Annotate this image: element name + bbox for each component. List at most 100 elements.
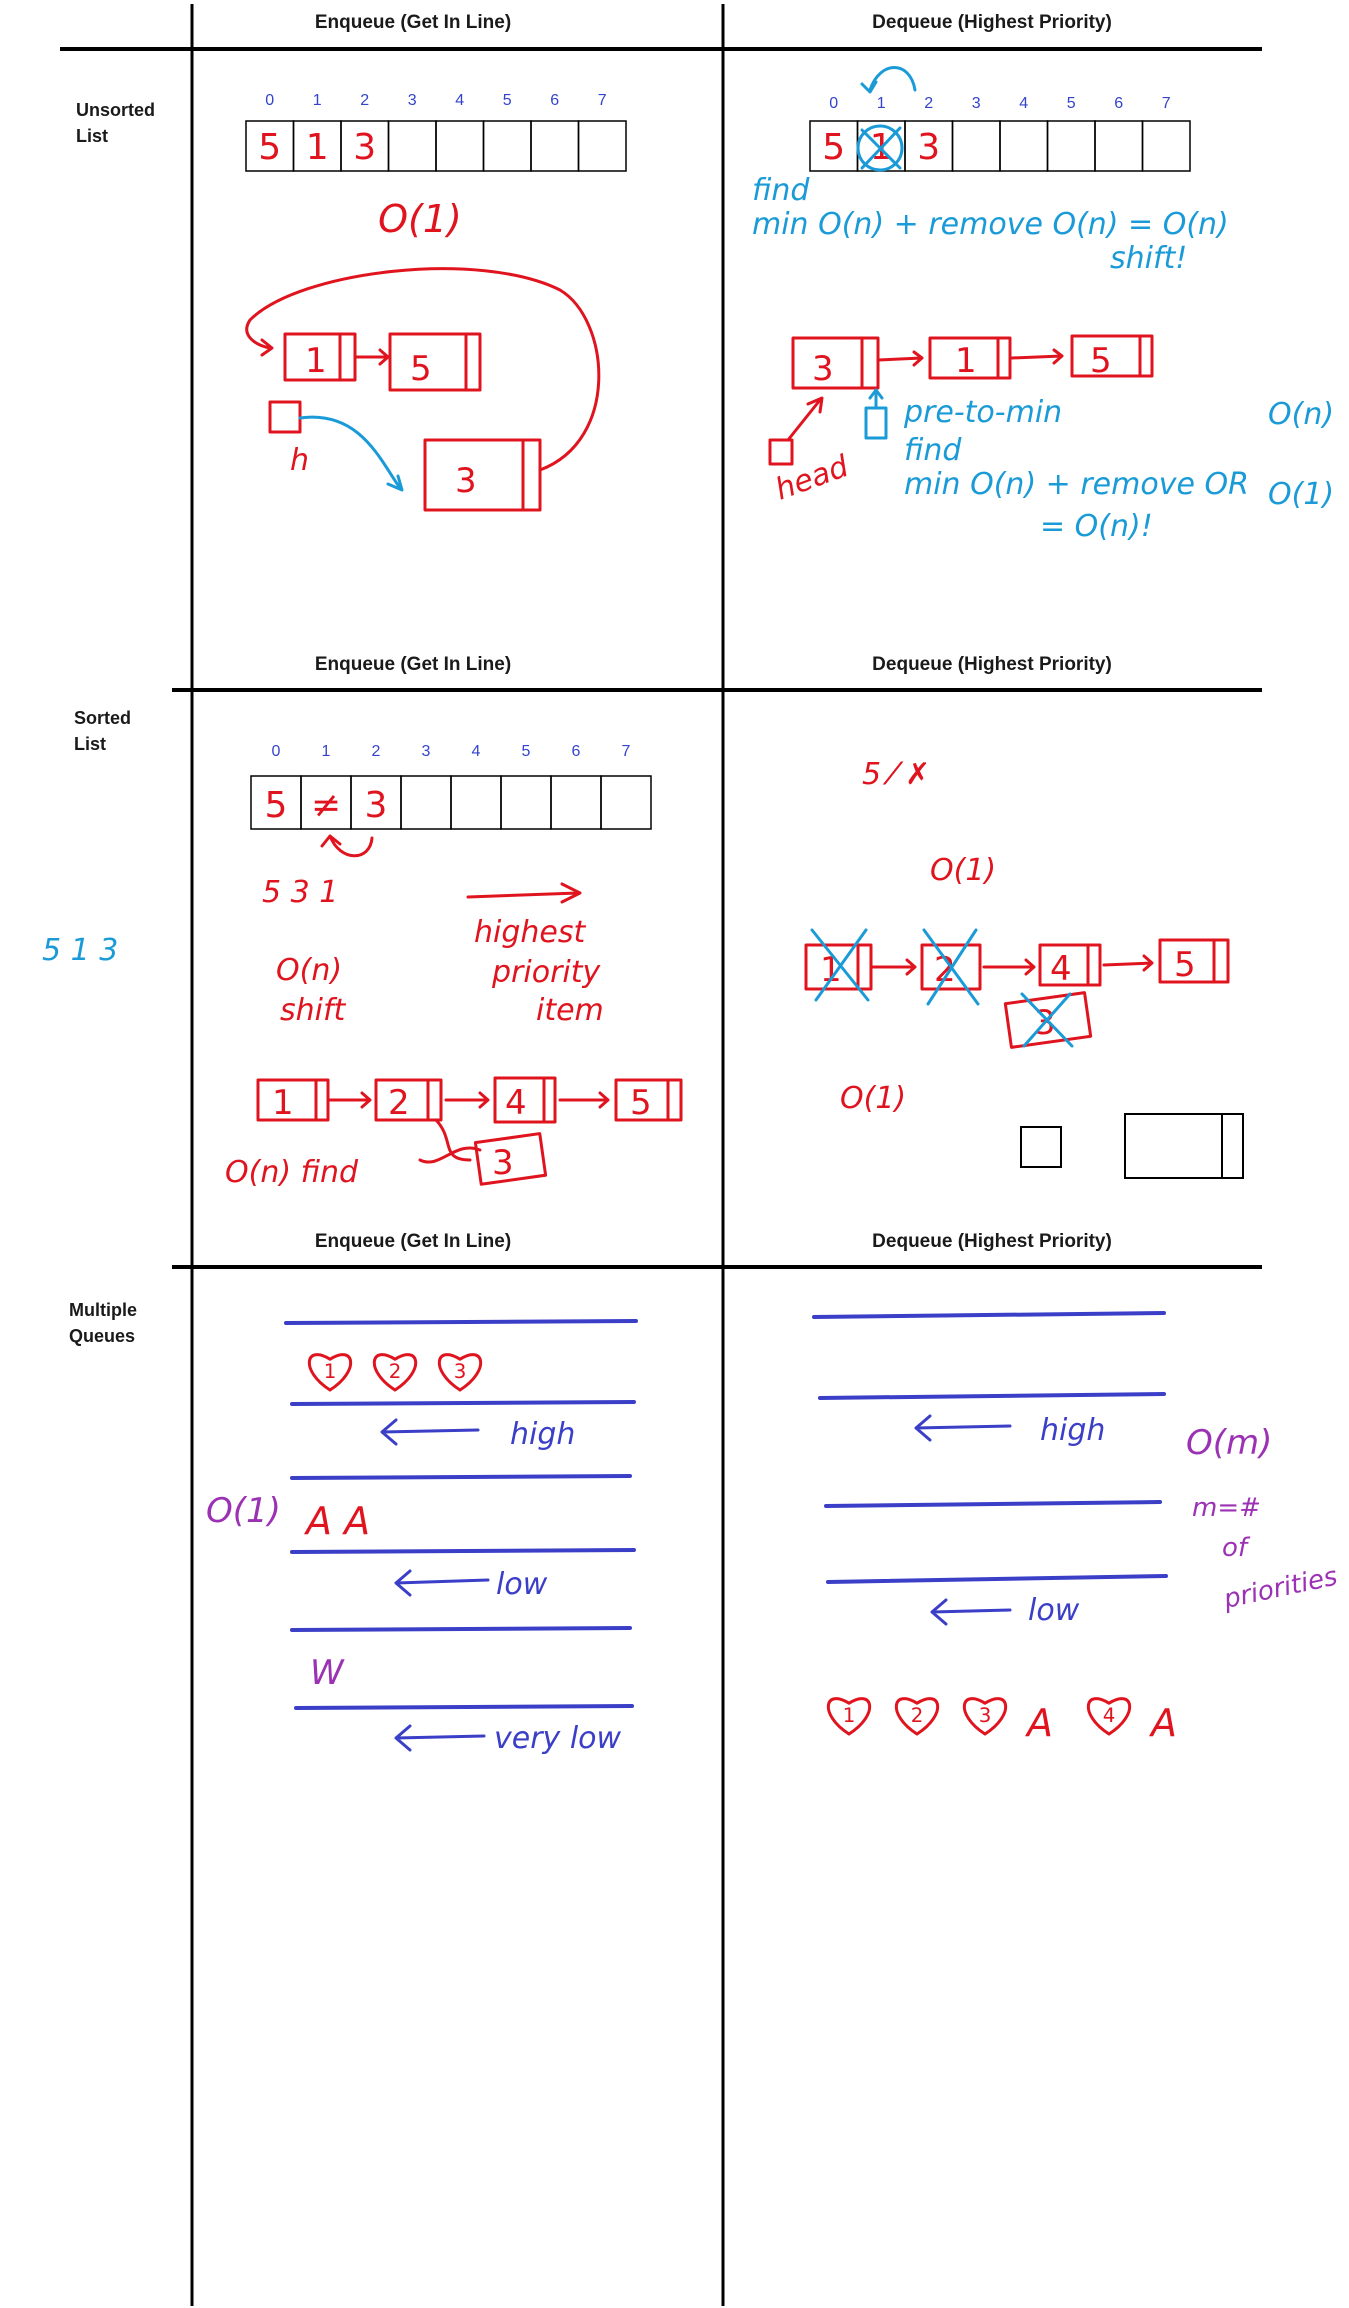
deq-head-arrow	[786, 396, 824, 442]
dq-m-note-2: of	[1222, 1533, 1251, 1563]
dq-m-note-3: priorities	[1220, 1562, 1340, 1616]
array-cell-value-0: 5	[258, 127, 281, 168]
array-cell-value-1: 1	[306, 127, 329, 168]
eq-heart-3-number: 3	[454, 1360, 467, 1383]
array-sorted-enqueue: 0 1 2 3 4 5 6 7 5 ≠ 3	[250, 743, 652, 830]
array-unsorted-enqueue: 0 1 2 3 4 5 6 75 1 3	[245, 92, 627, 172]
array-index-4: 4	[455, 92, 464, 109]
enqueue-header-2: Enqueue (Get In Line)	[315, 654, 511, 675]
remove-option-on: O(n)	[1268, 397, 1334, 432]
head-pointer-box	[268, 400, 302, 434]
sorted-deq-cost-bottom: O(1)	[840, 1081, 906, 1116]
array-cell-7	[600, 775, 652, 830]
dequeue-header: Dequeue (Highest Priority)	[872, 12, 1112, 33]
dequeue-header-2: Dequeue (Highest Priority)	[872, 654, 1112, 675]
array-cell-value-1: ≠	[311, 785, 341, 826]
s-link-1	[326, 1091, 372, 1109]
s-link-2	[444, 1091, 490, 1109]
array-index-7: 7	[598, 92, 607, 109]
array-index-7: 7	[1162, 95, 1171, 112]
deq-link-1	[876, 350, 924, 367]
find-min-line-2: min O(n) + remove OR	[904, 467, 1249, 502]
deq-node-3-value: 3	[812, 349, 834, 389]
eq-line-1	[284, 1319, 638, 1325]
array-index-1: 1	[313, 92, 322, 109]
eq-heart-1-number: 1	[324, 1360, 337, 1383]
sorted-shift-arrow	[320, 834, 374, 858]
array-cell-value-2: 3	[917, 127, 940, 168]
array-index-3: 3	[972, 95, 981, 112]
array-cell-value-2: 3	[353, 127, 376, 168]
dequeue-result-row: 1 2 3 A 4 A	[826, 1697, 1177, 1745]
eq-label-high: high	[510, 1417, 575, 1452]
array-cell-value-0: 5	[822, 127, 845, 168]
array-cell-4	[450, 775, 502, 830]
dq-heart-2: 2	[894, 1697, 940, 1736]
unsorted-deq-shift: shift!	[1110, 241, 1187, 276]
array-cell-7	[577, 120, 627, 172]
deq-head-label: head	[771, 449, 854, 508]
deq-node-3-box	[791, 336, 880, 390]
eq-heart-1: 1	[307, 1353, 353, 1392]
dq-heart-1-number: 1	[843, 1704, 856, 1727]
eq-mid-items: A A	[303, 1499, 370, 1543]
side-note: 5 1 3	[42, 933, 118, 968]
pre-to-min-arrow	[868, 388, 884, 410]
dq-m-note-1: m=#	[1192, 1493, 1261, 1523]
unsorted-deq-note-1: find	[752, 173, 810, 208]
dq-line-4	[826, 1574, 1168, 1584]
array-index-0: 0	[265, 92, 274, 109]
dq-heart-4: 4	[1086, 1697, 1132, 1736]
head-pointer-arrow	[298, 415, 404, 492]
highest-priority-caption-1: highest	[474, 915, 586, 950]
eq-arrow-low	[394, 1569, 490, 1597]
s-node-4-value: 4	[505, 1083, 527, 1123]
dq-heart-3: 3	[962, 1697, 1008, 1736]
dequeue-header-3: Dequeue (Highest Priority)	[872, 1231, 1112, 1252]
pre-to-min-label: pre-to-min	[903, 395, 1062, 430]
array-index-6: 6	[572, 743, 581, 760]
array-index-5: 5	[522, 743, 531, 760]
array-cell-5	[482, 120, 532, 172]
deq-link-2	[1010, 348, 1064, 365]
link-1-to-5	[353, 348, 390, 366]
node-1-value: 1	[305, 341, 327, 381]
node-5-value: 5	[410, 349, 432, 389]
eq-heart-3: 3	[437, 1353, 483, 1392]
removed-cell-mark	[856, 66, 917, 172]
dq-letter-1: A	[1024, 1701, 1053, 1745]
dq-arrow-high	[914, 1414, 1012, 1442]
unsorted-deq-note-2: min O(n) + remove O(n) = O(n)	[752, 207, 1229, 242]
linked-list-unsorted-enqueue: 1 5 3 h	[245, 267, 601, 512]
s-insert-links	[418, 1118, 482, 1164]
array-cell-4	[435, 120, 485, 172]
dq-label-low: low	[1028, 1593, 1080, 1628]
legend-node-box	[1124, 1113, 1244, 1179]
find-min-line-1: find	[904, 433, 962, 468]
eq-line-6	[294, 1704, 634, 1710]
array-index-1: 1	[322, 743, 331, 760]
unsorted-enqueue-cost: O(1)	[378, 197, 462, 241]
array-index-6: 6	[550, 92, 559, 109]
eq-line-5	[290, 1626, 632, 1632]
array-index-7: 7	[622, 743, 631, 760]
array-index-2: 2	[372, 743, 381, 760]
d-node-4-value: 4	[1050, 949, 1072, 989]
sorted-enq-cost: O(n)	[276, 953, 342, 988]
array-cell-6	[550, 775, 602, 830]
sorted-enq-cost-note: shift	[280, 993, 347, 1028]
legend-pointer-box	[1020, 1126, 1062, 1168]
dq-heart-3-number: 3	[979, 1704, 992, 1727]
enqueue-header-3: Enqueue (Get In Line)	[315, 1231, 511, 1252]
array-index-5: 5	[1067, 95, 1076, 112]
remove-option-o1: O(1)	[1268, 477, 1334, 512]
enqueue-header: Enqueue (Get In Line)	[315, 12, 511, 33]
s-node-1-value: 1	[272, 1083, 294, 1123]
shift-arrow	[860, 66, 917, 94]
array-index-5: 5	[503, 92, 512, 109]
eq-arrow-very-low	[394, 1724, 486, 1752]
deq-node-1-value: 1	[955, 341, 977, 381]
eq-line-3	[290, 1474, 632, 1480]
sorted-find-cost: O(n) find	[225, 1155, 359, 1190]
multi-dequeue-cost: O(m)	[1186, 1423, 1272, 1463]
